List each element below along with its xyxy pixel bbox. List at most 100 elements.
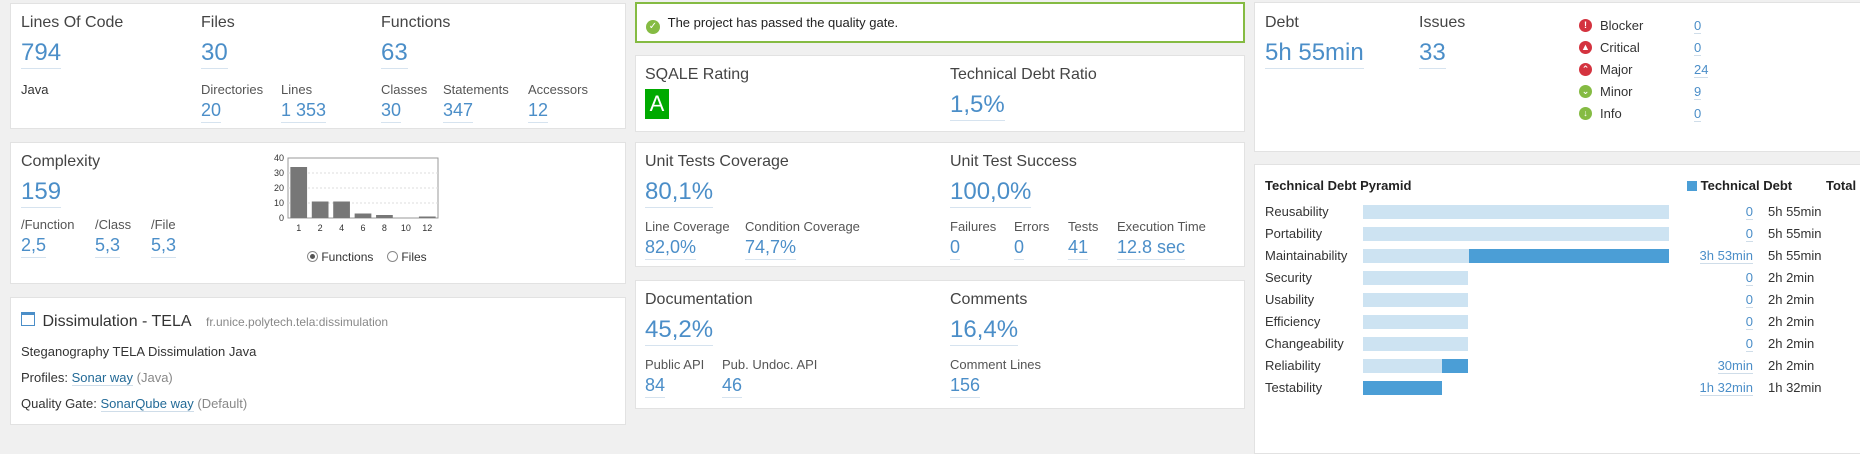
x-tick-label: 2 — [318, 223, 323, 233]
severity-count[interactable]: 0 — [1694, 40, 1702, 56]
size-widget: Lines Of Code 794 Java Files 30 Director… — [10, 3, 626, 129]
radio-files-label: Files — [401, 250, 427, 264]
tests-value[interactable]: 41 — [1068, 237, 1089, 260]
minor-icon: ⌄ — [1579, 85, 1592, 98]
profile-link[interactable]: Sonar way — [71, 370, 134, 386]
comments-label: Comments — [950, 291, 1028, 308]
comment-lines-label: Comment Lines — [950, 357, 1042, 372]
statements-value[interactable]: 347 — [443, 100, 474, 123]
pyramid-debt-value[interactable]: 3h 53min — [1683, 248, 1753, 264]
severity-name: Critical — [1600, 40, 1640, 55]
pyramid-debt-bar — [1469, 249, 1669, 263]
success-label: Unit Test Success — [950, 153, 1077, 170]
pyramid-total-bar — [1363, 271, 1468, 285]
comment-lines-value[interactable]: 156 — [950, 375, 981, 398]
severity-name: Info — [1600, 106, 1622, 121]
y-tick-label: 20 — [274, 183, 284, 193]
severity-name: Minor — [1600, 84, 1633, 99]
pyramid-characteristic: Usability — [1265, 292, 1315, 307]
severity-count[interactable]: 9 — [1694, 84, 1702, 100]
radio-functions-label: Functions — [321, 250, 374, 264]
directories-label: Directories — [201, 82, 264, 97]
pyramid-debt-value[interactable]: 0 — [1683, 270, 1753, 286]
files-value[interactable]: 30 — [201, 39, 228, 69]
pyramid-debt-value[interactable]: 0 — [1683, 204, 1753, 220]
critical-icon: ▲ — [1579, 41, 1592, 54]
lines-of-code-value[interactable]: 794 — [21, 39, 62, 69]
directories-value[interactable]: 20 — [201, 100, 222, 123]
per-class-label: /Class — [95, 217, 132, 232]
radio-files[interactable]: Files — [387, 250, 427, 264]
condition-coverage-value[interactable]: 74,7% — [745, 237, 797, 260]
accessors-value[interactable]: 12 — [528, 100, 549, 123]
per-function-value: 2,5 — [21, 235, 47, 258]
pyramid-row: Security 0 2h 2min — [1255, 267, 1860, 289]
execution-time-value[interactable]: 12.8 sec — [1117, 237, 1186, 260]
profiles-row: Profiles: Sonar way (Java) — [21, 370, 173, 386]
severity-count[interactable]: 24 — [1694, 62, 1709, 78]
pyramid-total-bar — [1363, 227, 1669, 241]
pyramid-debt-value[interactable]: 0 — [1683, 226, 1753, 242]
radio-functions-icon[interactable] — [307, 251, 318, 262]
pyramid-debt-value[interactable]: 30min — [1683, 358, 1753, 374]
complexity-label: Complexity — [21, 153, 101, 170]
severity-count[interactable]: 0 — [1694, 18, 1702, 34]
sqale-rating-badge[interactable]: A — [645, 89, 669, 119]
coverage-value[interactable]: 80,1% — [645, 178, 714, 208]
pyramid-total-value: 2h 2min — [1768, 358, 1815, 373]
severity-name: Blocker — [1600, 18, 1644, 33]
pyramid-debt-value[interactable]: 0 — [1683, 314, 1753, 330]
sqale-rating-label: SQALE Rating — [645, 66, 750, 83]
documentation-value[interactable]: 45,2% — [645, 316, 714, 346]
per-file-value: 5,3 — [151, 235, 177, 258]
pyramid-characteristic: Security — [1265, 270, 1312, 285]
legend-swatch — [1687, 181, 1697, 191]
lines-label: Lines — [281, 82, 313, 97]
pyramid-debt-value[interactable]: 1h 32min — [1683, 380, 1753, 396]
pyramid-total-value: 5h 55min — [1768, 226, 1822, 241]
documentation-widget: Documentation 45,2% Public API 84 Pub. U… — [635, 280, 1245, 409]
pyramid-characteristic: Reusability — [1265, 204, 1329, 219]
pub-undoc-api-label: Pub. Undoc. API — [722, 357, 818, 372]
issues-value[interactable]: 33 — [1419, 39, 1446, 69]
public-api-value[interactable]: 84 — [645, 375, 666, 398]
functions-value[interactable]: 63 — [381, 39, 408, 69]
pyramid-total-bar — [1363, 337, 1468, 351]
pyramid-row: Maintainability 3h 53min 5h 55min — [1255, 245, 1860, 267]
pyramid-row: Reusability 0 5h 55min — [1255, 201, 1860, 223]
debt-value[interactable]: 5h 55min — [1265, 39, 1364, 69]
language: Java — [21, 82, 49, 97]
pub-undoc-api-value[interactable]: 46 — [722, 375, 743, 398]
quality-gate-link[interactable]: SonarQube way — [100, 396, 194, 412]
classes-value[interactable]: 30 — [381, 100, 402, 123]
complexity-value[interactable]: 159 — [21, 178, 62, 208]
pyramid-row: Usability 0 2h 2min — [1255, 289, 1860, 311]
errors-value[interactable]: 0 — [1014, 237, 1025, 260]
x-tick-label: 8 — [382, 223, 387, 233]
radio-functions[interactable]: Functions — [307, 250, 373, 264]
lines-value[interactable]: 1 353 — [281, 100, 327, 123]
severity-list: ! Blocker 0 ▲ Critical 0 ⌃ Major 24 ⌄ Minor 9 ↓ Info 0 — [1579, 18, 1779, 148]
complexity-widget: Complexity 159 /Function 2,5 /Class 5,3 … — [10, 142, 626, 284]
severity-count[interactable]: 0 — [1694, 106, 1702, 122]
comments-value[interactable]: 16,4% — [950, 316, 1019, 346]
tests-label: Tests — [1068, 219, 1099, 234]
debt-ratio-value[interactable]: 1,5% — [950, 91, 1005, 121]
line-coverage-value[interactable]: 82,0% — [645, 237, 697, 260]
severity-row-4: ↓ Info 0 — [1579, 106, 1779, 126]
pyramid-total-value: 2h 2min — [1768, 314, 1815, 329]
pyramid-debt-value[interactable]: 0 — [1683, 292, 1753, 308]
pyramid-row: Efficiency 0 2h 2min — [1255, 311, 1860, 333]
pyramid-total-bar — [1363, 315, 1468, 329]
radio-files-icon[interactable] — [387, 251, 398, 262]
project-key: fr.unice.polytech.tela:dissimulation — [206, 315, 389, 329]
success-value[interactable]: 100,0% — [950, 178, 1032, 208]
pyramid-row: Testability 1h 32min 1h 32min — [1255, 377, 1860, 399]
quality-gate-message: The project has passed the quality gate. — [667, 15, 899, 30]
debt-ratio-label: Technical Debt Ratio — [950, 66, 1097, 83]
failures-value[interactable]: 0 — [950, 237, 961, 260]
pyramid-debt-value[interactable]: 0 — [1683, 336, 1753, 352]
chart-bar — [376, 215, 393, 218]
chart-bar — [354, 213, 372, 218]
tests-widget: Unit Tests Coverage 80,1% Line Coverage … — [635, 142, 1245, 267]
